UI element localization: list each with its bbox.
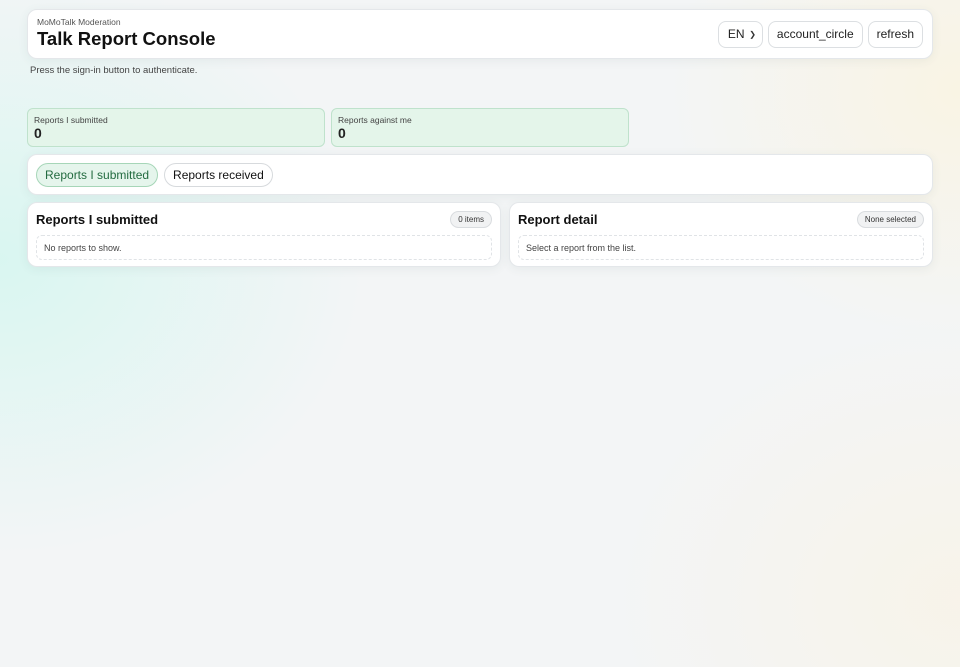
page-title: Talk Report Console bbox=[37, 28, 216, 49]
stat-card-against-me: Reports against me 0 bbox=[331, 108, 629, 147]
empty-state: No reports to show. bbox=[36, 235, 492, 260]
tab-reports-received[interactable]: Reports received bbox=[164, 162, 273, 187]
panel-title: Report detail bbox=[518, 211, 598, 227]
stat-value: 0 bbox=[34, 125, 42, 141]
account-button[interactable]: account_circle bbox=[767, 20, 863, 48]
panel-header: Reports I submitted 0 items bbox=[36, 210, 492, 228]
stat-card-submitted: Reports I submitted 0 bbox=[27, 108, 325, 147]
header-titles: MoMoTalk Moderation Talk Report Console bbox=[37, 17, 216, 49]
empty-state: Select a report from the list. bbox=[518, 235, 924, 260]
tab-reports-submitted[interactable]: Reports I submitted bbox=[36, 162, 159, 187]
header-controls: EN ❯ account_circle refresh bbox=[717, 20, 923, 48]
reports-list-panel: Reports I submitted 0 items No reports t… bbox=[27, 202, 501, 267]
stat-value: 0 bbox=[338, 125, 346, 141]
item-count-badge: 0 items bbox=[450, 210, 492, 228]
sign-in-hint: Press the sign-in button to authenticate… bbox=[30, 65, 198, 76]
language-value: EN bbox=[727, 27, 745, 41]
stat-label: Reports against me bbox=[338, 115, 412, 125]
language-select[interactable]: EN ❯ bbox=[717, 20, 763, 48]
chevron-down-icon: ❯ bbox=[749, 29, 756, 39]
app-eyebrow: MoMoTalk Moderation bbox=[37, 17, 121, 27]
refresh-button[interactable]: refresh bbox=[867, 20, 923, 48]
panel-header: Report detail None selected bbox=[518, 210, 924, 228]
report-tabs: Reports I submitted Reports received bbox=[27, 154, 933, 195]
app-header: MoMoTalk Moderation Talk Report Console … bbox=[27, 9, 933, 59]
report-detail-panel: Report detail None selected Select a rep… bbox=[509, 202, 933, 267]
panel-title: Reports I submitted bbox=[36, 211, 159, 227]
stat-label: Reports I submitted bbox=[34, 115, 108, 125]
selection-badge: None selected bbox=[856, 210, 924, 228]
